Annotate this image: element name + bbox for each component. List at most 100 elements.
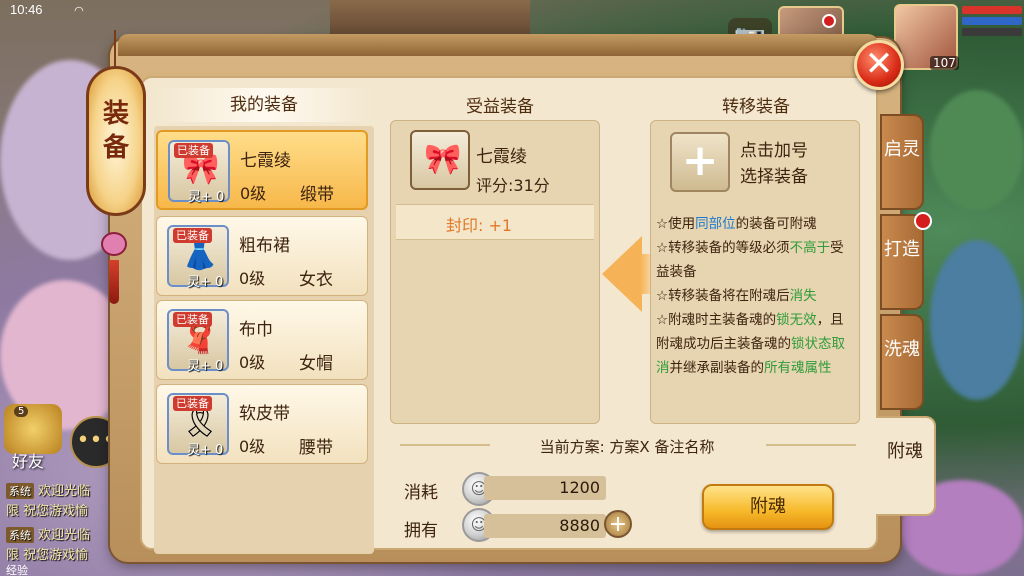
rule-highlight: 消失 <box>789 288 817 304</box>
anger-bar <box>962 28 1022 36</box>
transfer-header: 转移装备 <box>722 97 790 117</box>
equipped-tag: 已装备 <box>173 228 212 243</box>
item-type: 女衣 <box>299 270 333 290</box>
item-level: 0级 <box>239 353 266 372</box>
consume-value: 1200 <box>484 476 606 500</box>
transfer-arrow-icon <box>602 236 642 312</box>
hero-status-bars <box>962 6 1022 39</box>
own-value: 8880 <box>484 514 606 538</box>
rule-line: ☆附魂时主装备魂的锁无效，且附魂成功后主装备魂的锁状态取消并继承副装备的所有魂属… <box>656 308 856 380</box>
notification-dot-icon <box>914 212 932 230</box>
chat-tag: 系统 <box>6 483 34 499</box>
hp-bar <box>962 6 1022 14</box>
rule-line: ☆转移装备的等级必须不高于受益装备 <box>656 236 856 284</box>
chat-text: 限 祝您游戏愉 <box>6 548 89 563</box>
rule-text: ☆使用 <box>656 216 696 232</box>
equipment-item[interactable]: 👗 已装备 灵+ 0 粗布裙 0级 女衣 <box>156 216 368 296</box>
item-icon: 🎀 已装备 灵+ 0 <box>168 140 230 205</box>
status-time: 10:46 <box>10 2 43 17</box>
rule-text: ☆转移装备将在附魂后 <box>656 288 790 304</box>
item-name: 软皮带 <box>239 404 290 424</box>
soul-level: 灵+ 0 <box>187 359 224 374</box>
tab-fuhun[interactable]: 附魂 <box>876 416 936 516</box>
soul-level: 灵+ 0 <box>188 190 225 205</box>
ribbon-icon: 🎀 <box>424 142 462 177</box>
tab-qiling[interactable]: 启灵 <box>880 114 924 210</box>
chat-line: 系统 欢迎光临 <box>6 524 90 543</box>
rule-text: ☆转移装备的等级必须 <box>656 240 790 256</box>
friend-icon[interactable] <box>4 404 62 454</box>
lantern-title: 装 备 <box>86 66 146 216</box>
chat-line: 系统 欢迎光临 <box>6 480 90 499</box>
item-type: 缎带 <box>300 185 334 205</box>
chat-line: 限 祝您游戏愉 <box>6 500 88 519</box>
tab-xihun[interactable]: 洗魂 <box>880 314 924 410</box>
lantern-title-char: 备 <box>102 133 129 163</box>
lantern-title-char: 装 <box>102 99 129 129</box>
lantern-string <box>114 30 116 70</box>
tassel-fringe <box>109 260 119 304</box>
equipment-item[interactable]: 🎀 已装备 灵+ 0 七霞绫 0级 缎带 <box>156 130 368 210</box>
add-equipment-slot[interactable]: + <box>670 132 730 192</box>
background-creature <box>930 240 1024 400</box>
add-hint-line: 选择装备 <box>740 167 808 187</box>
beneficiary-score: 评分:31分 <box>476 176 550 195</box>
status-bar: 10:46 ◠ <box>0 0 240 20</box>
rule-line: ☆使用同部位的装备可附魂 <box>656 212 856 236</box>
equipment-item[interactable]: 🎗 已装备 灵+ 0 软皮带 0级 腰带 <box>156 384 368 464</box>
rule-highlight: 不高于 <box>789 240 831 256</box>
chat-line: 限 祝您游戏愉 <box>6 544 88 563</box>
background-foliage <box>930 90 1024 210</box>
item-type: 腰带 <box>299 438 333 458</box>
beneficiary-header: 受益装备 <box>466 97 534 117</box>
item-name: 七霞绫 <box>240 151 291 171</box>
rule-text: 并继承副装备的 <box>669 360 765 376</box>
item-icon: 👗 已装备 灵+ 0 <box>167 225 229 290</box>
hero-level: 107 <box>930 56 959 70</box>
my-equipment-header: 我的装备 <box>156 88 372 122</box>
add-currency-button[interactable]: + <box>604 510 632 538</box>
beneficiary-item-icon[interactable]: 🎀 <box>410 130 470 190</box>
equipment-item[interactable]: 🧣 已装备 灵+ 0 布巾 0级 女帽 <box>156 300 368 380</box>
close-button[interactable]: ✕ <box>854 40 904 90</box>
panel-top-ornament <box>118 34 878 56</box>
friend-count-badge: 5 <box>14 406 29 417</box>
rule-text: ☆附魂时主装备魂的 <box>656 312 777 328</box>
chat-text: 欢迎光临 <box>38 528 91 543</box>
beneficiary-name: 七霞绫 <box>476 147 527 167</box>
consume-label: 消耗 <box>404 483 438 503</box>
rule-highlight: 锁无效 <box>776 312 817 328</box>
wifi-icon: ◠ <box>74 5 84 17</box>
add-hint: 点击加号 选择装备 <box>740 138 808 190</box>
rule-line: ☆转移装备将在附魂后消失 <box>656 284 856 308</box>
lantern-tassel <box>98 232 130 312</box>
mp-bar <box>962 17 1022 25</box>
friend-label[interactable]: 好友 <box>12 448 44 472</box>
chat-text: 限 祝您游戏愉 <box>6 504 89 519</box>
transfer-rules: ☆使用同部位的装备可附魂 ☆转移装备的等级必须不高于受益装备 ☆转移装备将在附魂… <box>656 212 856 380</box>
tassel-knot <box>101 232 127 256</box>
rule-text: 的装备可附魂 <box>735 216 817 232</box>
chat-tag: 系统 <box>6 527 34 543</box>
item-icon: 🎗 已装备 灵+ 0 <box>167 393 229 458</box>
item-name: 粗布裙 <box>239 236 290 256</box>
attach-soul-button[interactable]: 附魂 <box>702 484 834 530</box>
soul-level: 灵+ 0 <box>187 275 224 290</box>
item-level: 0级 <box>239 437 266 456</box>
current-plan[interactable]: 当前方案: 方案X 备注名称 <box>392 434 862 460</box>
item-name: 布巾 <box>239 320 273 340</box>
add-hint-line: 点击加号 <box>740 141 808 161</box>
item-type: 女帽 <box>299 354 333 374</box>
rule-highlight: 同部位 <box>695 216 736 232</box>
equipped-tag: 已装备 <box>174 143 213 158</box>
own-label: 拥有 <box>404 521 438 541</box>
notification-dot-icon <box>822 14 836 28</box>
item-level: 0级 <box>239 269 266 288</box>
rule-highlight: 所有魂属性 <box>764 360 832 376</box>
item-level: 0级 <box>240 184 267 203</box>
soul-level: 灵+ 0 <box>187 443 224 458</box>
seal-stat: 封印: +1 <box>446 216 513 235</box>
equipped-tag: 已装备 <box>173 396 212 411</box>
equipped-tag: 已装备 <box>173 312 212 327</box>
exp-label: 经验 <box>6 564 28 576</box>
